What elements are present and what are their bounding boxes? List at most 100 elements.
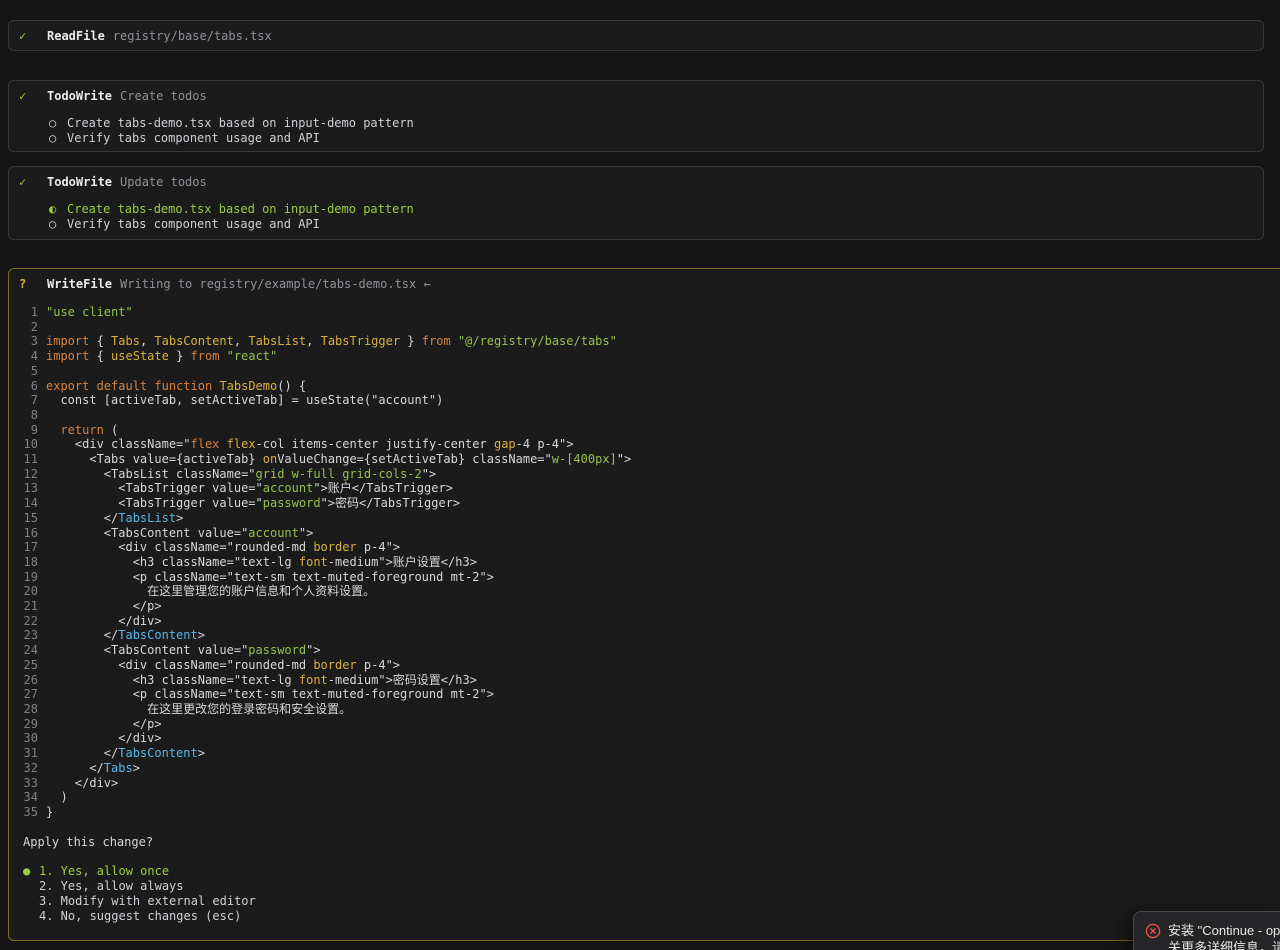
- permission-options-menu: ●1. Yes, allow once 2. Yes, allow always…: [23, 864, 1280, 923]
- todo-text: Create tabs-demo.tsx based on input-demo…: [67, 202, 414, 217]
- permission-option[interactable]: 3. Modify with external editor: [23, 894, 1280, 909]
- code-text: "use client": [46, 305, 133, 320]
- code-text: <div className="flex flex-col items-cent…: [46, 437, 573, 452]
- code-text: import { Tabs, TabsContent, TabsList, Ta…: [46, 334, 617, 349]
- tool-call-header: ✓TodoWriteUpdate todos: [9, 167, 1263, 190]
- todo-list: ○Create tabs-demo.tsx based on input-dem…: [49, 116, 1263, 146]
- code-line: 23 </TabsContent>: [17, 628, 1280, 643]
- permission-option[interactable]: 4. No, suggest changes (esc): [23, 909, 1280, 924]
- tool-summary: Writing to registry/example/tabs-demo.ts…: [120, 277, 431, 292]
- tool-call-header: ?WriteFile Writing to registry/example/ta…: [9, 269, 1280, 292]
- tool-call-todowrite-update-panel: ✓TodoWriteUpdate todos ◐Create tabs-demo…: [8, 166, 1264, 240]
- todo-item: ○Create tabs-demo.tsx based on input-dem…: [49, 116, 1263, 131]
- permission-option[interactable]: ●1. Yes, allow once: [23, 864, 1280, 879]
- line-number: 19: [17, 570, 38, 585]
- pending-question-icon: ?: [19, 277, 47, 292]
- code-line: 32 </Tabs>: [17, 761, 1280, 776]
- success-check-icon: ✓: [19, 175, 47, 190]
- code-text: </Tabs>: [46, 761, 140, 776]
- line-number: 28: [17, 702, 38, 717]
- code-line: 2: [17, 320, 1280, 335]
- selected-option-bullet-icon: ●: [23, 864, 39, 879]
- todo-pending-icon: ○: [49, 131, 67, 146]
- todo-text: Verify tabs component usage and API: [67, 217, 320, 232]
- option-label: 2. Yes, allow always: [39, 879, 184, 894]
- tool-call-header: ✓ReadFileregistry/base/tabs.tsx: [9, 21, 1263, 44]
- line-number: 21: [17, 599, 38, 614]
- todo-item: ○Verify tabs component usage and API: [49, 131, 1263, 146]
- code-line: 27 <p className="text-sm text-muted-fore…: [17, 687, 1280, 702]
- line-number: 8: [17, 408, 38, 423]
- code-text: <TabsTrigger value="password">密码</TabsTr…: [46, 496, 460, 511]
- option-bullet-placeholder: [23, 909, 39, 924]
- code-line: 34 ): [17, 790, 1280, 805]
- tool-summary: Update todos: [120, 175, 207, 190]
- option-label: 3. Modify with external editor: [39, 894, 256, 909]
- tool-call-header: ✓TodoWriteCreate todos: [9, 81, 1263, 104]
- line-number: 7: [17, 393, 38, 408]
- code-line: 31 </TabsContent>: [17, 746, 1280, 761]
- code-line: 19 <p className="text-sm text-muted-fore…: [17, 570, 1280, 585]
- notification-line1: 安装 "Continue - op: [1168, 922, 1280, 939]
- tool-call-todowrite-create-panel: ✓TodoWriteCreate todos ○Create tabs-demo…: [8, 80, 1264, 152]
- code-text: <p className="text-sm text-muted-foregro…: [46, 570, 494, 585]
- line-number: 15: [17, 511, 38, 526]
- tool-summary: registry/base/tabs.tsx: [113, 29, 272, 44]
- line-number: 18: [17, 555, 38, 570]
- code-text: </div>: [46, 731, 162, 746]
- code-line: 15 </TabsList>: [17, 511, 1280, 526]
- option-label: 4. No, suggest changes (esc): [39, 909, 241, 924]
- line-number: 14: [17, 496, 38, 511]
- line-number: 31: [17, 746, 38, 761]
- code-text: <TabsTrigger value="account">账户</TabsTri…: [46, 481, 453, 496]
- option-label: 1. Yes, allow once: [39, 864, 169, 879]
- code-line: 16 <TabsContent value="account">: [17, 526, 1280, 541]
- code-line: 12 <TabsList className="grid w-full grid…: [17, 467, 1280, 482]
- code-line: 18 <h3 className="text-lg font-medium">账…: [17, 555, 1280, 570]
- line-number: 12: [17, 467, 38, 482]
- line-number: 4: [17, 349, 38, 364]
- line-number: 23: [17, 628, 38, 643]
- code-line: 35}: [17, 805, 1280, 820]
- code-line: 17 <div className="rounded-md border p-4…: [17, 540, 1280, 555]
- line-number: 3: [17, 334, 38, 349]
- code-line: 13 <TabsTrigger value="account">账户</Tabs…: [17, 481, 1280, 496]
- todo-item: ○Verify tabs component usage and API: [49, 217, 1263, 232]
- code-line: 4import { useState } from "react": [17, 349, 1280, 364]
- permission-option[interactable]: 2. Yes, allow always: [23, 879, 1280, 894]
- code-line: 30 </div>: [17, 731, 1280, 746]
- tool-call-writefile-panel: ?WriteFile Writing to registry/example/ta…: [8, 268, 1280, 941]
- tool-summary: Create todos: [120, 89, 207, 104]
- tool-name: TodoWrite: [47, 89, 112, 104]
- code-line: 26 <h3 className="text-lg font-medium">密…: [17, 673, 1280, 688]
- line-number: 22: [17, 614, 38, 629]
- code-text: </TabsContent>: [46, 628, 205, 643]
- code-text: return (: [46, 423, 118, 438]
- code-text: ): [46, 790, 68, 805]
- code-line: 10 <div className="flex flex-col items-c…: [17, 437, 1280, 452]
- code-text: <p className="text-sm text-muted-foregro…: [46, 687, 494, 702]
- code-line: 5: [17, 364, 1280, 379]
- line-number: 17: [17, 540, 38, 555]
- error-notification-toast[interactable]: 安装 "Continue - op 关更多详细信息，请: [1133, 911, 1280, 950]
- line-number: 24: [17, 643, 38, 658]
- line-number: 26: [17, 673, 38, 688]
- line-number: 11: [17, 452, 38, 467]
- tool-name: WriteFile: [47, 277, 112, 292]
- option-bullet-placeholder: [23, 879, 39, 894]
- code-text: <h3 className="text-lg font-medium">账户设置…: [46, 555, 477, 570]
- code-text: const [activeTab, setActiveTab] = useSta…: [46, 393, 443, 408]
- code-line: 21 </p>: [17, 599, 1280, 614]
- success-check-icon: ✓: [19, 29, 47, 44]
- code-line: 1"use client": [17, 305, 1280, 320]
- code-line: 7 const [activeTab, setActiveTab] = useS…: [17, 393, 1280, 408]
- line-number: 34: [17, 790, 38, 805]
- line-number: 32: [17, 761, 38, 776]
- line-number: 29: [17, 717, 38, 732]
- todo-in-progress-icon: ◐: [49, 202, 67, 217]
- line-number: 5: [17, 364, 38, 379]
- code-line: 9 return (: [17, 423, 1280, 438]
- line-number: 30: [17, 731, 38, 746]
- code-text: export default function TabsDemo() {: [46, 379, 306, 394]
- line-number: 25: [17, 658, 38, 673]
